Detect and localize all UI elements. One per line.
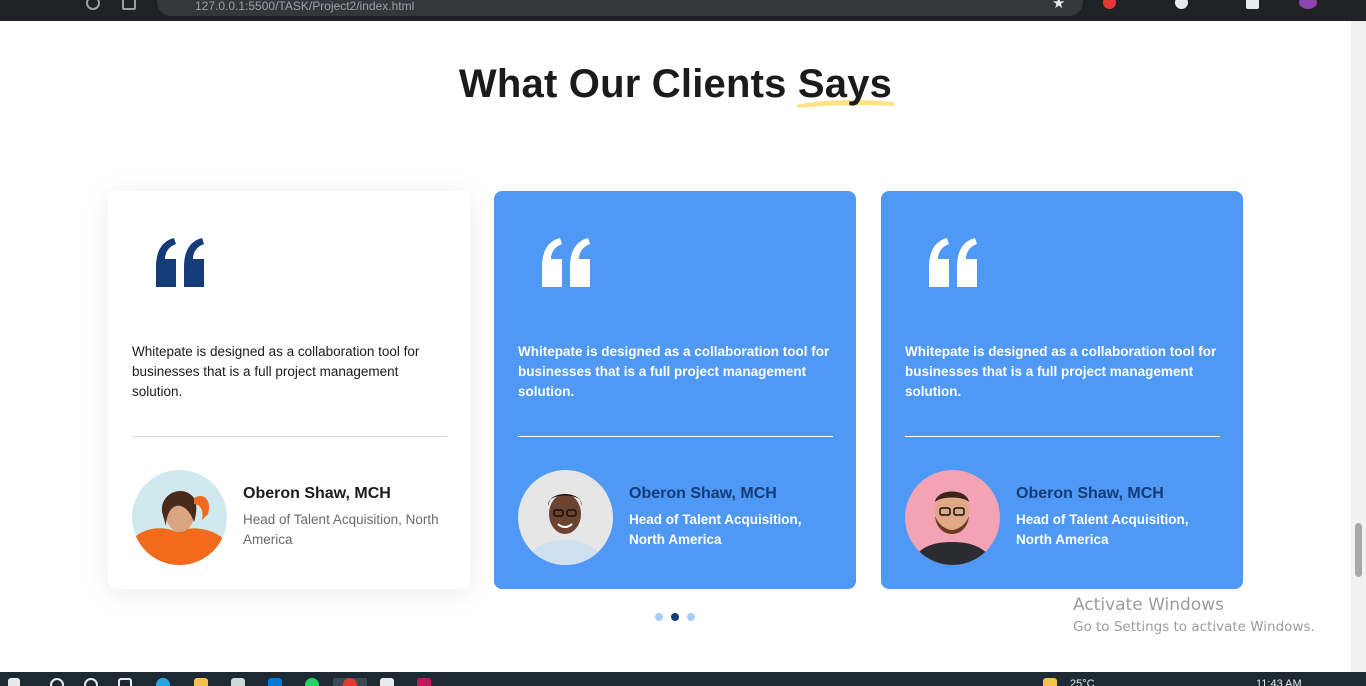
profile-avatar-icon[interactable]: [1299, 0, 1317, 9]
testimonial-card: Whitepate is designed as a collaboration…: [108, 191, 470, 589]
quote-icon: [542, 238, 590, 287]
client-name: Oberon Shaw, MCH: [243, 485, 391, 502]
client-role: Head of Talent Acquisition, North Americ…: [629, 512, 802, 547]
client-role: Head of Talent Acquisition, North Americ…: [1016, 512, 1189, 547]
extension-icon[interactable]: [1175, 0, 1188, 9]
divider: [132, 436, 447, 437]
avatar: [905, 470, 1000, 565]
section-title-highlight-text: Says: [797, 62, 893, 106]
watermark-title: Activate Windows: [1073, 595, 1224, 615]
apps-icon[interactable]: [122, 0, 136, 10]
divider: [905, 436, 1220, 437]
carousel-dot-active[interactable]: [671, 613, 679, 621]
mail-icon[interactable]: [268, 678, 282, 686]
cortana-icon[interactable]: [84, 678, 98, 686]
app-icon[interactable]: [417, 678, 431, 686]
address-bar[interactable]: 127.0.0.1:5500/TASK/Project2/index.html: [157, 0, 1083, 16]
testimonial-text: Whitepate is designed as a collaboration…: [518, 344, 830, 399]
chrome-icon[interactable]: [343, 678, 357, 686]
start-icon[interactable]: [8, 678, 20, 686]
whatsapp-icon[interactable]: [305, 678, 319, 686]
search-icon[interactable]: [50, 678, 64, 686]
windows-taskbar: 25°C 11:43 AM: [0, 672, 1366, 686]
carousel-dot[interactable]: [687, 613, 695, 621]
task-view-icon[interactable]: [118, 678, 132, 686]
weather-temp[interactable]: 25°C: [1070, 678, 1095, 686]
store-icon[interactable]: [231, 678, 245, 686]
avatar: [518, 470, 613, 565]
file-explorer-icon[interactable]: [194, 678, 208, 686]
testimonial-text: Whitepate is designed as a collaboration…: [132, 344, 420, 399]
quote-icon: [929, 238, 977, 287]
extension-icon[interactable]: [1103, 0, 1116, 9]
testimonial-card: Whitepate is designed as a collaboration…: [881, 191, 1243, 589]
client-role: Head of Talent Acquisition, North Americ…: [243, 512, 439, 547]
extension-icon[interactable]: [1246, 0, 1259, 9]
app-icon[interactable]: [380, 678, 394, 686]
weather-icon[interactable]: [1043, 678, 1057, 686]
carousel-dot[interactable]: [655, 613, 663, 621]
activate-windows-watermark: Activate Windows Go to Settings to activ…: [1073, 595, 1315, 635]
watermark-subtitle: Go to Settings to activate Windows.: [1073, 619, 1315, 635]
client-name: Oberon Shaw, MCH: [1016, 485, 1164, 502]
clock-time[interactable]: 11:43 AM: [1256, 678, 1302, 686]
client-name: Oberon Shaw, MCH: [629, 485, 777, 502]
testimonial-card: Whitepate is designed as a collaboration…: [494, 191, 856, 589]
browser-toolbar: 127.0.0.1:5500/TASK/Project2/index.html …: [0, 0, 1366, 21]
divider: [518, 436, 833, 437]
avatar: [132, 470, 227, 565]
reload-icon[interactable]: [86, 0, 100, 10]
carousel-dots: [655, 613, 695, 621]
edge-icon[interactable]: [156, 678, 170, 686]
testimonial-text: Whitepate is designed as a collaboration…: [905, 344, 1217, 399]
section-title-highlight: Says: [795, 62, 894, 108]
section-title-main: What Our Clients: [458, 62, 798, 106]
scrollbar-thumb[interactable]: [1355, 523, 1362, 577]
star-icon[interactable]: ★: [1052, 0, 1065, 12]
section-title: What Our Clients Says: [0, 62, 1351, 108]
address-bar-url[interactable]: 127.0.0.1:5500/TASK/Project2/index.html: [195, 0, 414, 13]
page-scrollbar[interactable]: [1351, 21, 1366, 672]
quote-icon: [156, 238, 204, 287]
